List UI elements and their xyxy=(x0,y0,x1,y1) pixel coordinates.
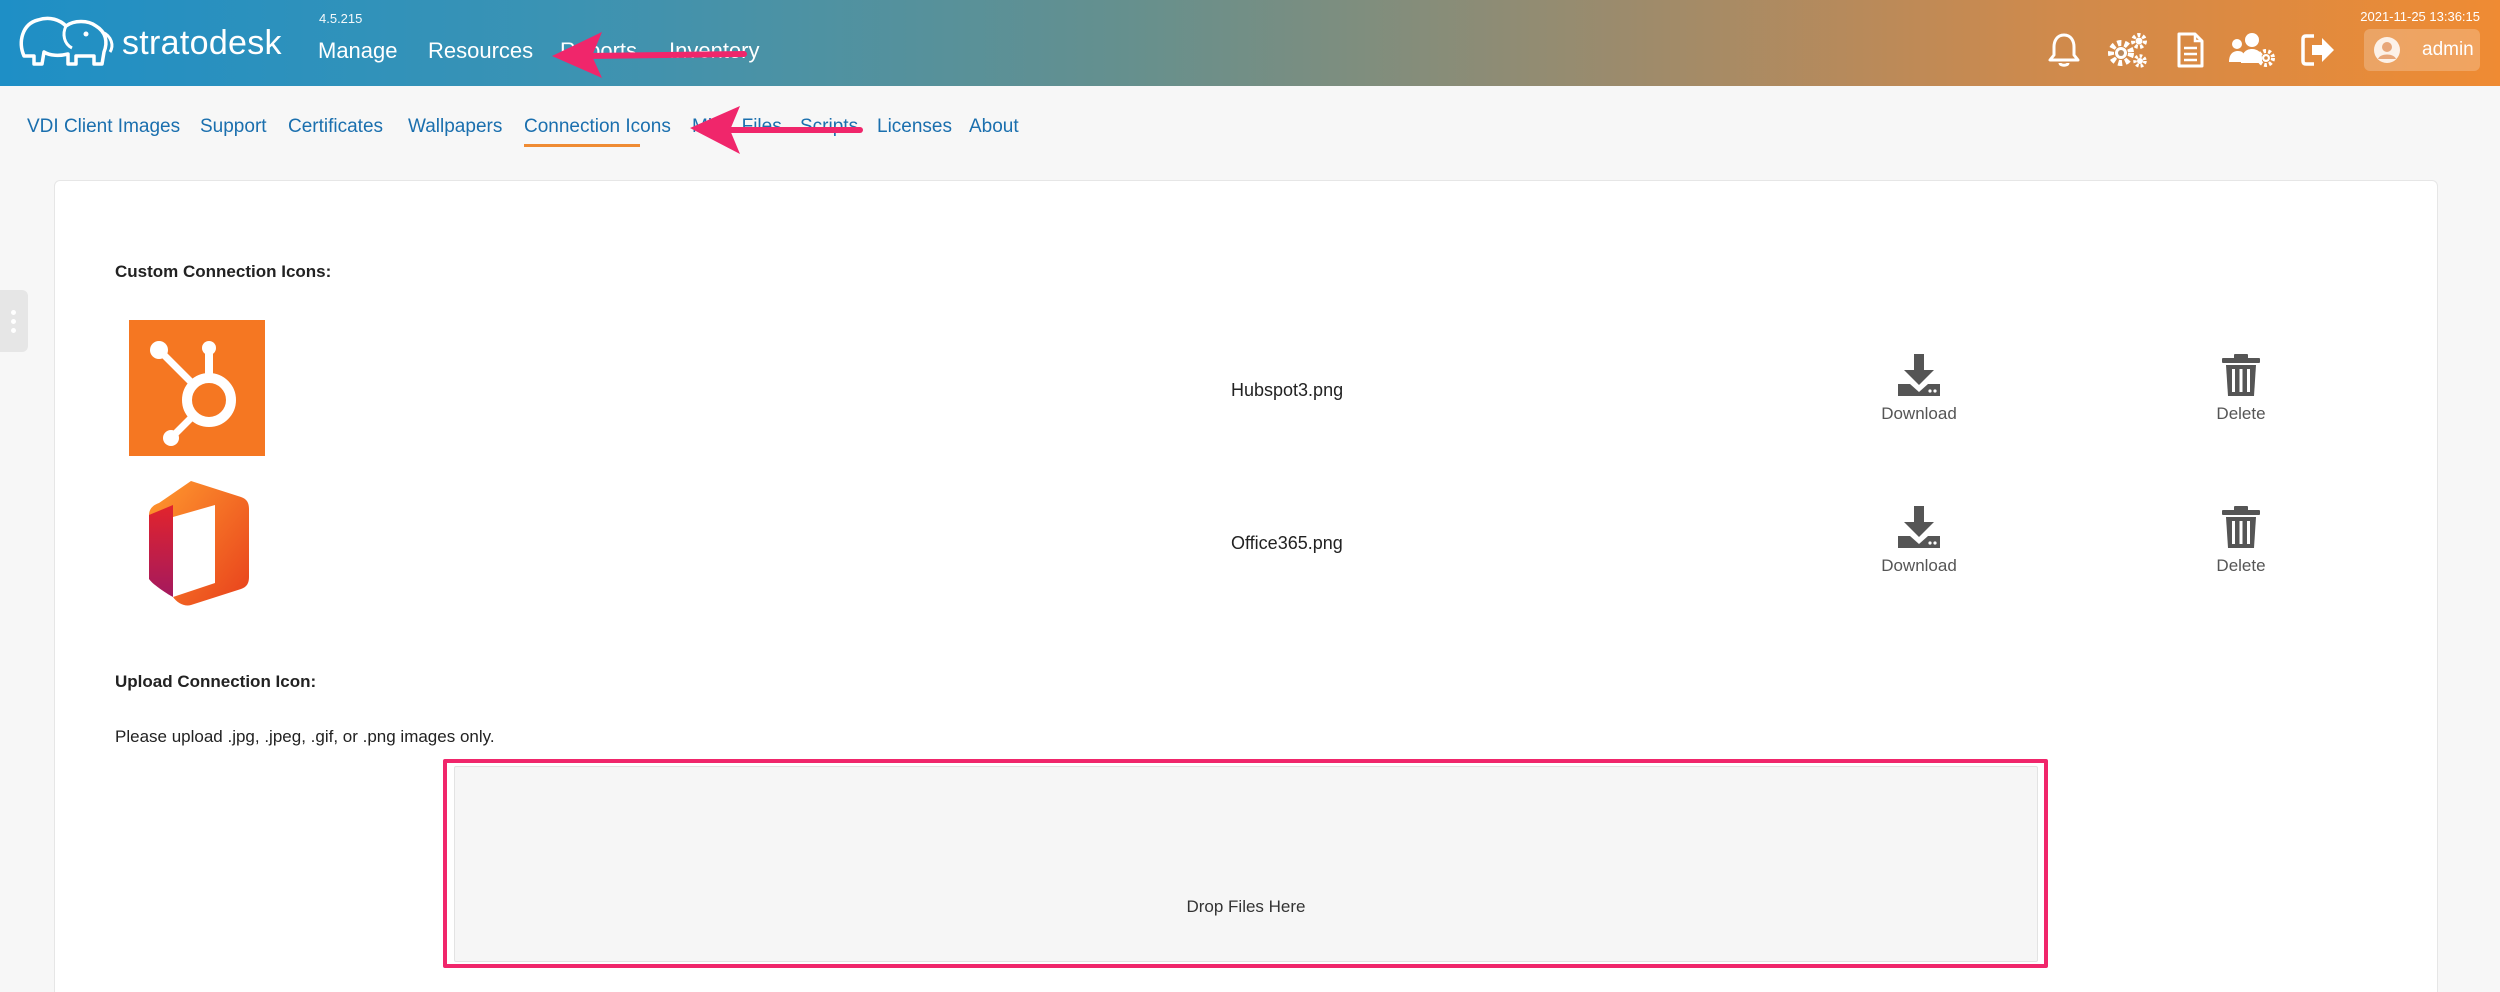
side-panel-handle[interactable] xyxy=(0,290,28,352)
server-timestamp: 2021-11-25 13:36:15 xyxy=(2360,9,2480,24)
subnav-support[interactable]: Support xyxy=(200,116,267,138)
upload-help-text: Please upload .jpg, .jpeg, .gif, or .png… xyxy=(115,727,495,746)
download-button[interactable]: Download xyxy=(1849,504,1989,576)
delete-button[interactable]: Delete xyxy=(2171,504,2311,576)
top-bar: stratodesk 4.5.215 Manage Resources Repo… xyxy=(0,0,2500,86)
download-label: Download xyxy=(1881,404,1957,423)
download-label: Download xyxy=(1881,556,1957,575)
subnav-licenses[interactable]: Licenses xyxy=(877,116,952,138)
icon-filename: Hubspot3.png xyxy=(1231,380,1344,400)
dropzone-text: Drop Files Here xyxy=(1186,897,1306,916)
version-label: 4.5.215 xyxy=(319,11,363,26)
delete-label: Delete xyxy=(2216,556,2266,575)
delete-button[interactable]: Delete xyxy=(2171,352,2311,424)
trash-icon xyxy=(2222,506,2260,548)
users-gear-icon[interactable] xyxy=(2228,30,2276,70)
gears-icon[interactable] xyxy=(2104,30,2150,70)
hubspot-thumbnail-icon xyxy=(129,320,265,456)
logout-icon[interactable] xyxy=(2298,30,2338,70)
download-icon xyxy=(1898,506,1940,548)
nav-manage[interactable]: Manage xyxy=(318,38,398,64)
subnav-connection-icons[interactable]: Connection Icons xyxy=(524,116,671,138)
delete-label: Delete xyxy=(2216,404,2266,423)
upload-heading: Upload Connection Icon: xyxy=(115,672,317,691)
active-tab-indicator xyxy=(524,144,640,147)
elephant-logo-icon[interactable] xyxy=(16,12,116,70)
trash-icon xyxy=(2222,354,2260,396)
user-name: admin xyxy=(2422,39,2474,60)
subnav-vdi-client-images[interactable]: VDI Client Images xyxy=(27,116,180,138)
office365-thumbnail-icon xyxy=(149,481,249,606)
download-icon xyxy=(1898,354,1940,396)
subnav-certificates[interactable]: Certificates xyxy=(288,116,383,138)
custom-icons-heading: Custom Connection Icons: xyxy=(115,262,332,281)
subnav-about[interactable]: About xyxy=(969,116,1019,138)
download-button[interactable]: Download xyxy=(1849,352,1989,424)
document-icon[interactable] xyxy=(2170,30,2210,70)
annotation-arrow-icon xyxy=(690,106,863,154)
subnav-wallpapers[interactable]: Wallpapers xyxy=(408,116,502,138)
file-dropzone[interactable]: Drop Files Here xyxy=(454,766,2038,962)
bell-icon[interactable] xyxy=(2044,30,2084,70)
nav-resources[interactable]: Resources xyxy=(428,38,533,64)
icon-filename: Office365.png xyxy=(1231,533,1343,553)
user-avatar-icon xyxy=(2374,37,2400,63)
user-menu-button[interactable]: admin xyxy=(2364,29,2480,71)
brand-name[interactable]: stratodesk xyxy=(122,24,282,63)
annotation-arrow-icon xyxy=(552,32,747,78)
